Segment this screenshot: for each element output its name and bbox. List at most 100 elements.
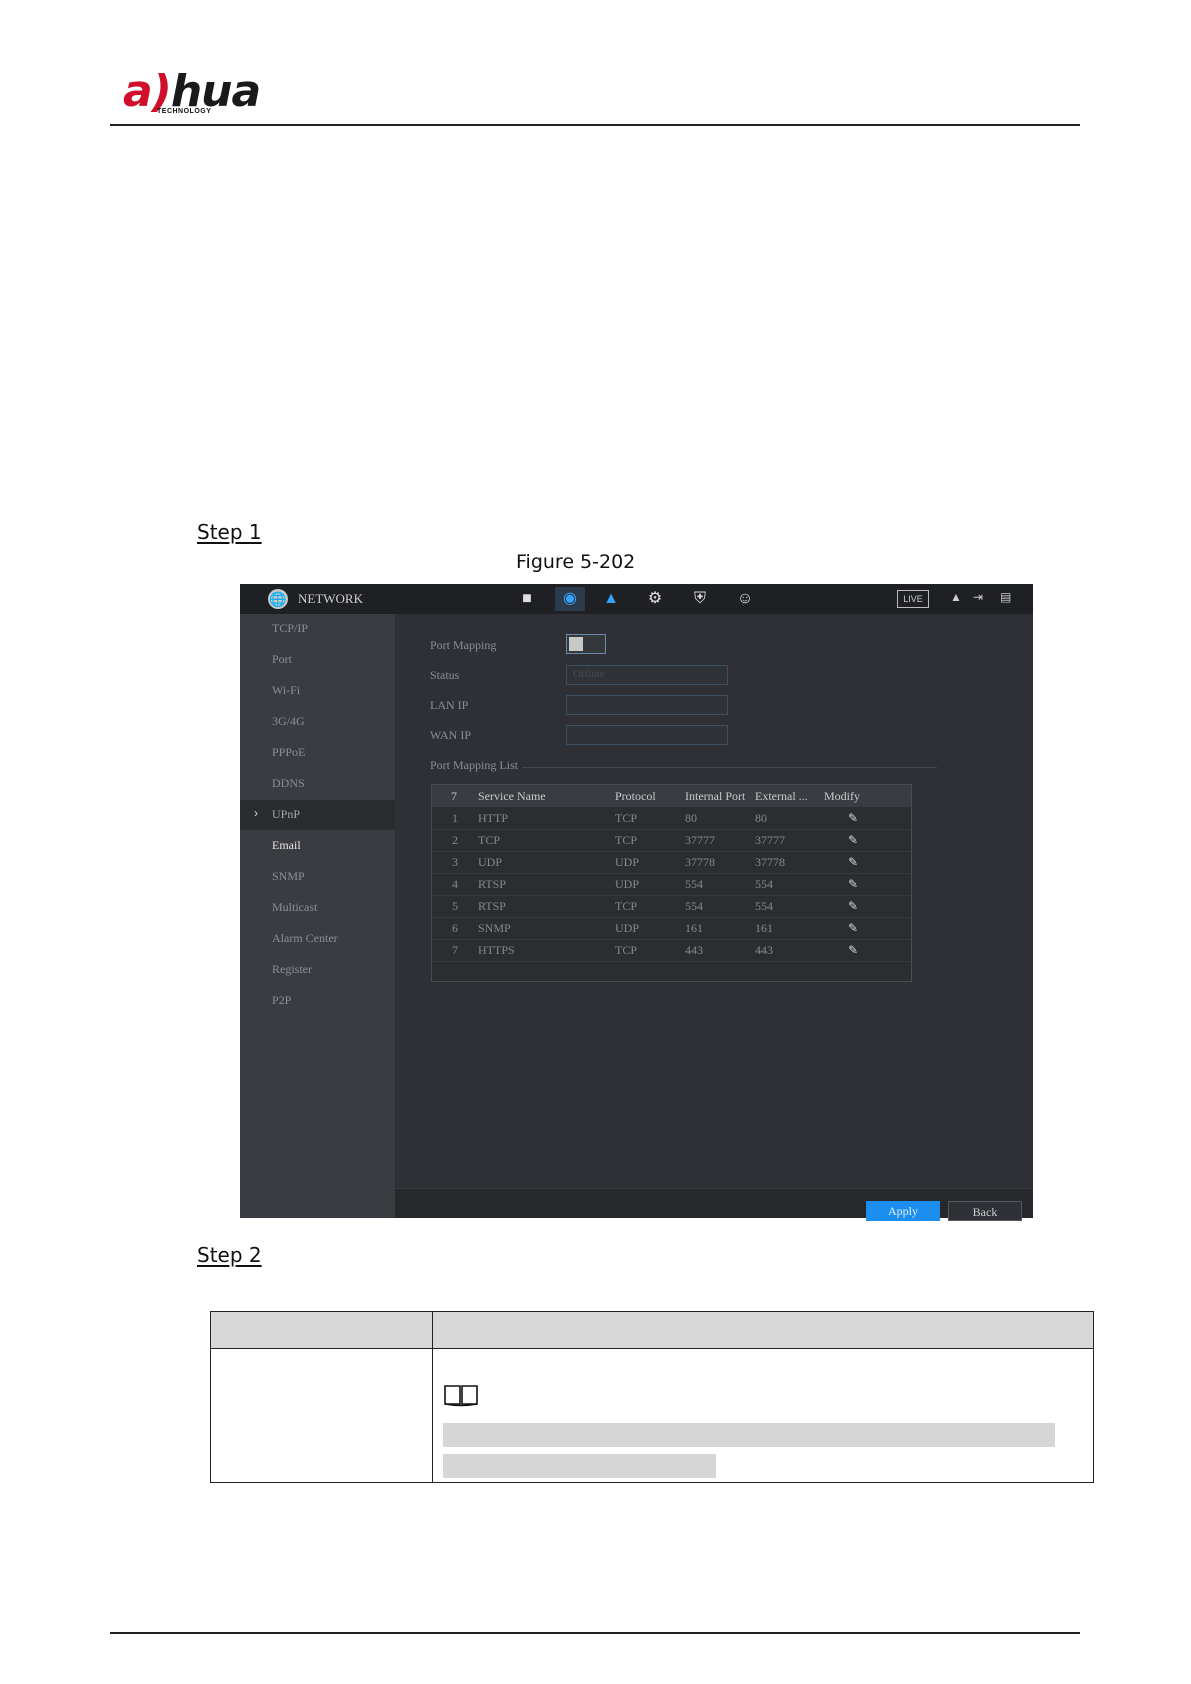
header-rule [110,124,1080,126]
apply-button[interactable]: Apply [866,1201,940,1221]
account-icon[interactable]: ☺ [730,587,760,611]
lan-ip-label: LAN IP [430,698,469,712]
row-protocol: TCP [615,811,638,825]
table-row[interactable]: 4 RTSP UDP 554 554 ✎ [432,873,911,896]
wan-ip-field[interactable] [566,725,728,745]
sidebar-item-label: Wi-Fi [272,683,301,697]
row-internal-port: 161 [685,921,703,935]
header-index[interactable]: 7 [451,789,457,804]
row-external-port: 554 [755,899,773,913]
parameter-table [210,1311,1094,1483]
edit-pencil-icon[interactable]: ✎ [848,943,858,958]
wan-ip-label: WAN IP [430,728,471,742]
sidebar-item-pppoe[interactable]: PPPoE [240,738,395,768]
row-external-port: 443 [755,943,773,957]
edit-pencil-icon[interactable]: ✎ [848,899,858,914]
toggle-knob [569,637,583,651]
row-service-name: HTTPS [478,943,515,957]
sidebar-item-snmp[interactable]: SNMP [240,862,395,892]
sidebar-item-label: UPnP [272,807,301,821]
table-row[interactable]: 3 UDP UDP 37778 37778 ✎ [432,851,911,874]
footer-rule [110,1632,1080,1634]
camera-icon[interactable]: ■ [512,587,542,611]
row-external-port: 161 [755,921,773,935]
table-row[interactable]: 7 HTTPS TCP 443 443 ✎ [432,939,911,962]
network-icon[interactable]: ◉ [555,587,585,611]
status-field: Offline [566,665,728,685]
row-service-name: SNMP [478,921,511,935]
status-value: Offline [573,668,605,680]
back-button[interactable]: Back [948,1201,1022,1221]
row-service-name: RTSP [478,899,506,913]
edit-pencil-icon[interactable]: ✎ [848,855,858,870]
edit-pencil-icon[interactable]: ✎ [848,877,858,892]
sidebar-item-port[interactable]: Port [240,645,395,675]
live-button[interactable]: LIVE [897,590,929,608]
sidebar-item-multicast[interactable]: Multicast [240,893,395,923]
edit-pencil-icon[interactable]: ✎ [848,833,858,848]
sidebar-item-alarm-center[interactable]: Alarm Center [240,924,395,954]
redacted-text-bar [443,1454,716,1478]
edit-pencil-icon[interactable]: ✎ [848,921,858,936]
header-service-name[interactable]: Service Name [478,789,546,804]
page-title: NETWORK [298,591,363,606]
row-protocol: UDP [615,877,640,891]
table-row[interactable]: 2 TCP TCP 37777 37777 ✎ [432,829,911,852]
row-external-port: 554 [755,877,773,891]
dahua-logo: a)hua TECHNOLOGY [123,66,261,117]
security-shield-icon[interactable]: ⛨ [685,587,715,611]
row-internal-port: 554 [685,877,703,891]
sidebar-item-upnp[interactable]: › UPnP [240,800,395,830]
port-mapping-list-label: Port Mapping List [430,758,519,772]
row-index: 7 [452,943,458,957]
logout-icon[interactable]: ⇥ [973,590,983,604]
row-internal-port: 554 [685,899,703,913]
row-external-port: 37778 [755,855,785,869]
table-row[interactable]: 1 HTTP TCP 80 80 ✎ [432,807,911,830]
sidebar-item-tcpip[interactable]: TCP/IP [240,614,395,644]
row-internal-port: 37777 [685,833,715,847]
port-mapping-toggle[interactable] [566,634,606,654]
table-header: 7 Service Name Protocol Internal Port Ex… [432,785,911,807]
section-divider [522,767,937,768]
header-internal-port[interactable]: Internal Port [685,789,745,804]
row-index: 6 [452,921,458,935]
table-row[interactable]: 5 RTSP TCP 554 554 ✎ [432,895,911,918]
header-external-port[interactable]: External ... [755,789,808,804]
row-protocol: TCP [615,943,638,957]
redacted-text-bar [443,1423,1055,1447]
chevron-right-icon: › [254,806,258,820]
row-internal-port: 80 [685,811,697,825]
storage-icon[interactable]: ▲ [596,587,626,611]
row-protocol: TCP [615,899,638,913]
row-internal-port: 443 [685,943,703,957]
column-divider [432,1312,433,1482]
sidebar-item-wifi[interactable]: Wi-Fi [240,676,395,706]
lan-ip-field[interactable] [566,695,728,715]
port-mapping-table: 7 Service Name Protocol Internal Port Ex… [431,784,912,982]
edit-pencil-icon[interactable]: ✎ [848,811,858,826]
header-protocol[interactable]: Protocol [615,789,656,804]
network-globe-icon: 🌐 [268,589,288,609]
row-index: 5 [452,899,458,913]
sidebar-item-label: DDNS [272,776,305,790]
parameter-table-header [211,1312,1093,1349]
menu-icon[interactable]: ▤ [1000,590,1011,604]
row-external-port: 80 [755,811,767,825]
system-gear-icon[interactable]: ⚙ [640,587,670,611]
sidebar-item-p2p[interactable]: P2P [240,986,395,1016]
sidebar-item-email[interactable]: Email [240,831,395,861]
row-index: 2 [452,833,458,847]
port-mapping-label: Port Mapping [430,638,497,652]
sidebar-item-label: Email [272,838,301,852]
user-icon[interactable]: ▲ [950,590,962,604]
row-service-name: HTTP [478,811,508,825]
header-modify[interactable]: Modify [824,789,860,804]
sidebar-item-register[interactable]: Register [240,955,395,985]
row-external-port: 37777 [755,833,785,847]
sidebar-item-ddns[interactable]: DDNS [240,769,395,799]
table-row[interactable]: 6 SNMP UDP 161 161 ✎ [432,917,911,940]
sidebar-item-3g4g[interactable]: 3G/4G [240,707,395,737]
row-service-name: TCP [478,833,501,847]
sidebar-item-label: P2P [272,993,292,1007]
